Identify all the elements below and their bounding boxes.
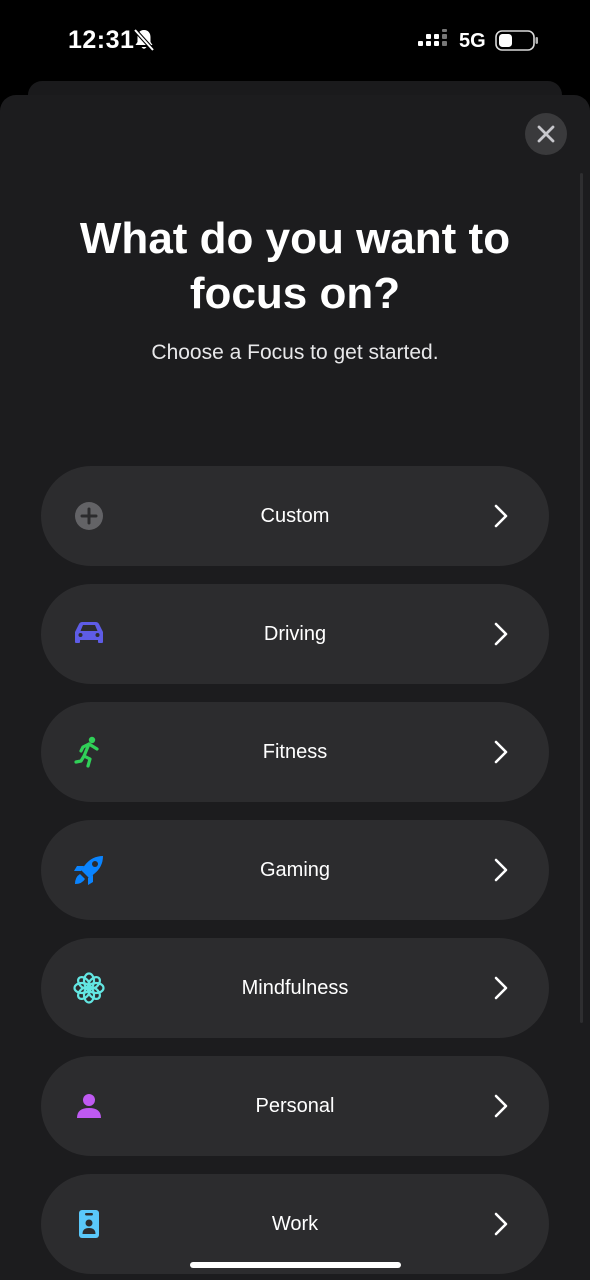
- chevron-right-icon: [494, 1094, 508, 1118]
- focus-option-label: Mindfulness: [241, 977, 349, 999]
- focus-option-work[interactable]: Work: [41, 1174, 549, 1274]
- focus-setup-sheet: What do you want to focus on? Choose a F…: [0, 95, 590, 1280]
- status-bar: 12:31 5G: [0, 0, 590, 80]
- chevron-right-icon: [494, 504, 508, 528]
- chevron-right-icon: [494, 976, 508, 1000]
- focus-option-label: Gaming: [259, 859, 331, 881]
- chevron-right-icon: [494, 1212, 508, 1236]
- focus-option-mindfulness[interactable]: Mindfulness: [41, 938, 549, 1038]
- scrollbar[interactable]: [580, 173, 583, 1023]
- focus-option-label: Fitness: [262, 741, 328, 763]
- home-indicator[interactable]: [190, 1262, 401, 1268]
- page-title: What do you want to focus on?: [79, 214, 511, 318]
- focus-option-label: Custom: [260, 505, 330, 527]
- chevron-right-icon: [494, 740, 508, 764]
- signal-icon: [418, 29, 450, 51]
- chevron-right-icon: [494, 622, 508, 646]
- focus-options-list: Custom Driving Fitness Gaming Mindfulnes…: [41, 466, 549, 1280]
- focus-option-fitness[interactable]: Fitness: [41, 702, 549, 802]
- chevron-right-icon: [494, 858, 508, 882]
- battery-icon: [495, 30, 539, 51]
- focus-option-label: Personal: [255, 1095, 335, 1117]
- focus-option-personal[interactable]: Personal: [41, 1056, 549, 1156]
- page-subtitle: Choose a Focus to get started.: [151, 341, 439, 364]
- screen: 12:31 5G What do you want to focus on? C…: [0, 0, 590, 1280]
- close-button[interactable]: [525, 113, 567, 155]
- focus-option-driving[interactable]: Driving: [41, 584, 549, 684]
- status-time: 12:31: [68, 26, 135, 54]
- focus-option-label: Driving: [263, 623, 327, 645]
- focus-option-label: Work: [271, 1213, 319, 1235]
- focus-option-gaming[interactable]: Gaming: [41, 820, 549, 920]
- close-icon: [537, 125, 555, 143]
- network-label: 5G: [459, 30, 486, 52]
- bell-slash-icon: [133, 28, 155, 52]
- focus-option-custom[interactable]: Custom: [41, 466, 549, 566]
